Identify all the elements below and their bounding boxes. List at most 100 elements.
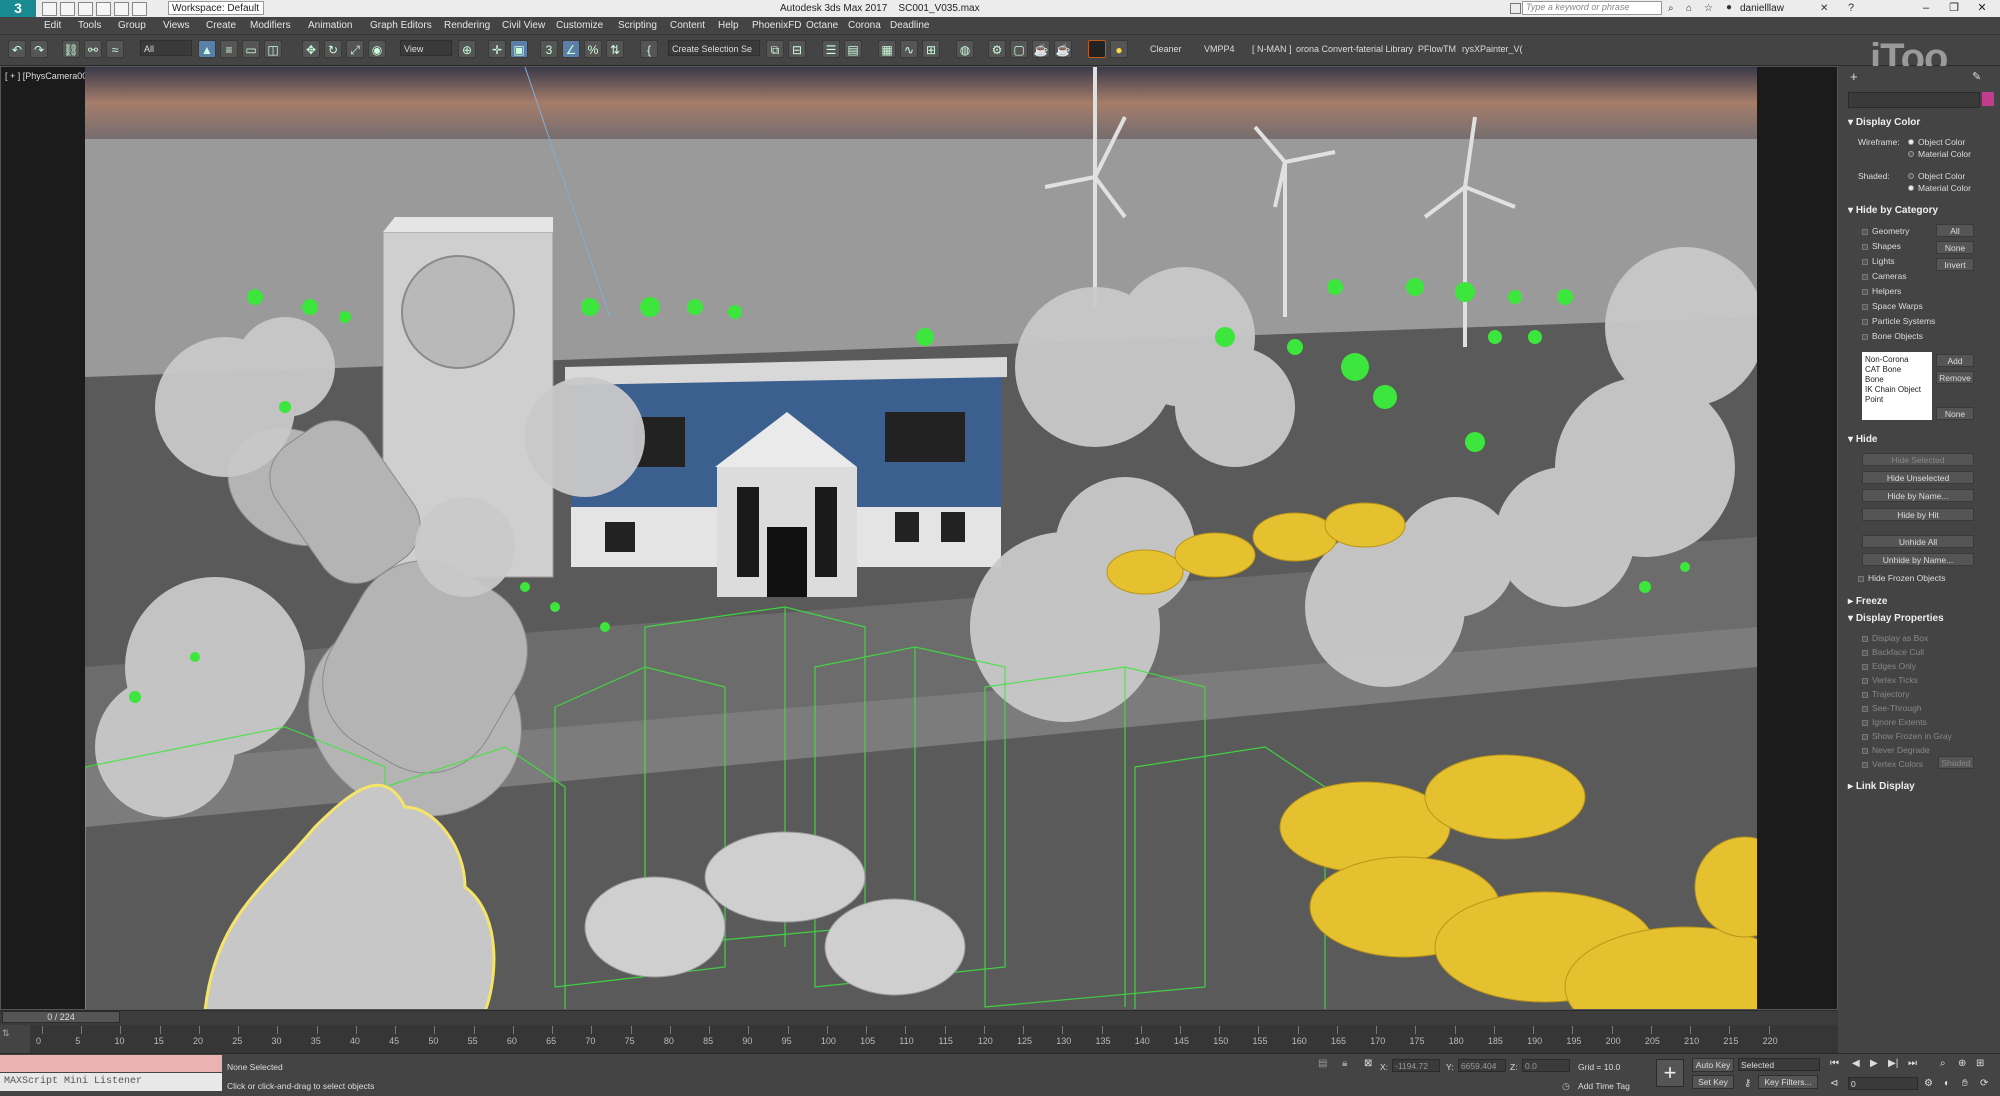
unhide-by-name-button[interactable]: Unhide by Name... [1862, 553, 1974, 566]
window-crossing-icon[interactable]: ◫ [264, 40, 282, 58]
menu-group[interactable]: Group [118, 17, 146, 34]
subscription-icon[interactable]: ⌂ [1686, 3, 1692, 14]
category-checkbox[interactable] [1862, 274, 1868, 280]
bind-space-warp-icon[interactable]: ≈ [106, 40, 124, 58]
user-name[interactable]: danielllaw [1740, 0, 1784, 17]
favorites-icon[interactable]: ☆ [1704, 3, 1713, 14]
perspective-viewport[interactable]: [ + ] [PhysCamera001 ] [Standard ] [Defa… [0, 66, 1838, 1010]
next-frame-icon[interactable]: ▶| [1888, 1058, 1898, 1069]
field-of-view-icon[interactable]: ◐ [1944, 1078, 1950, 1089]
menu-graph-editors[interactable]: Graph Editors [370, 17, 432, 34]
menu-help[interactable]: Help [718, 17, 739, 34]
list-item[interactable]: Bone [1865, 375, 1929, 385]
spinner-snap-icon[interactable]: ⇅ [606, 40, 624, 58]
help-icon[interactable]: ? [1848, 2, 1854, 14]
category-checkbox[interactable] [1862, 319, 1868, 325]
menu-corona[interactable]: Corona [848, 17, 881, 34]
render-setup-icon[interactable]: ⚙ [988, 40, 1006, 58]
display-prop-checkbox[interactable] [1862, 678, 1868, 684]
category-checkbox[interactable] [1862, 259, 1868, 265]
category-checkbox[interactable] [1862, 229, 1868, 235]
redo-icon[interactable] [114, 2, 129, 16]
zoom-icon[interactable]: ⌕ [1940, 1058, 1946, 1069]
display-prop-checkbox[interactable] [1862, 664, 1868, 670]
rollout-display-properties[interactable]: ▾ Display Properties [1848, 613, 1944, 624]
layer-explorer-icon[interactable]: ▤ [844, 40, 862, 58]
isolate-selection-icon[interactable]: ▤ [1318, 1058, 1327, 1069]
material-editor-icon[interactable]: ◍ [956, 40, 974, 58]
rendered-frame-window-icon[interactable]: ▢ [1010, 40, 1028, 58]
menu-customize[interactable]: Customize [556, 17, 603, 34]
category-none-button[interactable]: None [1936, 241, 1974, 254]
add-time-tag[interactable]: Add Time Tag [1578, 1081, 1630, 1091]
project-folder-icon[interactable] [132, 2, 147, 16]
shaded-button[interactable]: Shaded [1938, 756, 1974, 769]
minimize-button[interactable]: – [1912, 0, 1940, 17]
category-checkbox[interactable] [1862, 334, 1868, 340]
select-manipulate-icon[interactable]: ✛ [488, 40, 506, 58]
utilities-tab-icon[interactable]: ✎ [1972, 70, 1986, 84]
rollout-link-display[interactable]: ▸ Link Display [1848, 781, 1915, 792]
rollout-display-color[interactable]: ▾ Display Color [1848, 117, 1920, 128]
plugin-cleaner[interactable]: Cleaner [1150, 40, 1182, 58]
exchange-icon[interactable]: ✕ [1820, 3, 1828, 14]
redo-icon[interactable]: ↷ [30, 40, 48, 58]
render-production-icon[interactable]: ☕ [1032, 40, 1050, 58]
category-checkbox[interactable] [1862, 289, 1868, 295]
list-add-button[interactable]: Add [1936, 354, 1974, 367]
time-slider-bar[interactable] [0, 1010, 1838, 1025]
menu-scripting[interactable]: Scripting [618, 17, 657, 34]
previous-frame-icon[interactable]: ◀ [1852, 1058, 1860, 1069]
menu-edit[interactable]: Edit [44, 17, 61, 34]
mirror-icon[interactable]: ⧉ [766, 40, 784, 58]
key-filters-button[interactable]: Key Filters... [1758, 1075, 1818, 1089]
category-invert-button[interactable]: Invert [1936, 258, 1974, 271]
orbit-icon[interactable]: ⟳ [1980, 1078, 1988, 1089]
open-file-icon[interactable] [60, 2, 75, 16]
keyboard-shortcut-override-icon[interactable]: ▣ [510, 40, 528, 58]
user-icon[interactable]: ● [1726, 2, 1732, 13]
set-key-button[interactable]: Set Key [1692, 1075, 1734, 1089]
object-name-field[interactable] [1848, 92, 1980, 108]
plugin-forest-painter[interactable]: rysXPainter_V( [1462, 40, 1523, 58]
time-slider-handle[interactable]: 0 / 224 [2, 1011, 120, 1023]
scale-icon[interactable]: ⤢ [346, 40, 364, 58]
shaded-material-color-radio[interactable] [1908, 185, 1914, 191]
graphite-ribbon-icon[interactable]: ▦ [878, 40, 896, 58]
wireframe-material-color-radio[interactable] [1908, 151, 1914, 157]
list-item[interactable]: Point [1865, 395, 1929, 405]
pan-view-icon[interactable]: ✋︎ [1962, 1078, 1968, 1089]
menu-octane[interactable]: Octane [806, 17, 838, 34]
display-prop-checkbox[interactable] [1862, 636, 1868, 642]
named-selection-dropdown[interactable]: Create Selection Se [668, 40, 760, 56]
menu-rendering[interactable]: Rendering [444, 17, 490, 34]
zoom-extents-icon[interactable]: ⊞ [1976, 1058, 1984, 1069]
set-key-icon[interactable]: + [1656, 1059, 1684, 1087]
search-icon[interactable]: ⌕ [1668, 3, 1674, 14]
key-icon[interactable]: ⚷ [1744, 1078, 1751, 1089]
hide-unselected-button[interactable]: Hide Unselected [1862, 471, 1974, 484]
plugin-corona-converter[interactable]: orona Convert-faterial Library [1296, 40, 1413, 58]
plugin-pflow[interactable]: PFlowTM [1418, 40, 1456, 58]
plugin-nman[interactable]: [ N-MAN ] [1252, 40, 1292, 58]
selection-lock-icon[interactable]: 🔒︎ [1342, 1058, 1347, 1069]
scene-explorer-icon[interactable]: ☰ [822, 40, 840, 58]
reference-coordinate-dropdown[interactable]: View [400, 40, 452, 56]
category-all-button[interactable]: All [1936, 224, 1974, 237]
menu-views[interactable]: Views [163, 17, 190, 34]
auto-key-button[interactable]: Auto Key [1692, 1058, 1734, 1072]
maxscript-mini-listener[interactable]: MAXScript Mini Listener [0, 1073, 222, 1091]
move-icon[interactable]: ✥ [302, 40, 320, 58]
display-prop-checkbox[interactable] [1862, 762, 1868, 768]
hide-frozen-checkbox[interactable] [1858, 576, 1864, 582]
info-center-icon[interactable] [1510, 3, 1521, 14]
menu-phoenixfd[interactable]: PhoenixFD [752, 17, 801, 34]
list-item[interactable]: Non-Corona [1865, 355, 1929, 365]
link-icon[interactable]: ⛓ [62, 40, 80, 58]
menu-create[interactable]: Create [206, 17, 236, 34]
rollout-hide-by-category[interactable]: ▾ Hide by Category [1848, 205, 1938, 216]
mini-curve-toggle-icon[interactable]: ⇅ [2, 1028, 10, 1039]
go-to-start-icon[interactable]: ⏮ [1830, 1058, 1839, 1069]
absolute-mode-icon[interactable]: ⊠ [1364, 1058, 1372, 1069]
hide-by-name-button[interactable]: Hide by Name... [1862, 489, 1974, 502]
